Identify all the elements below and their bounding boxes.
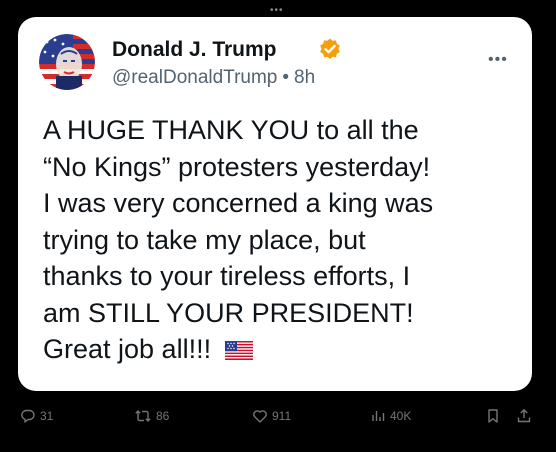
us-flag-icon (225, 333, 254, 360)
reply-count: 31 (40, 409, 54, 423)
views-chart-icon (372, 411, 385, 421)
share-icon (517, 408, 531, 423)
reply-icon (21, 409, 35, 423)
share-button[interactable] (516, 408, 532, 424)
post-text-body: A HUGE THANK YOU to all the “No Kings” p… (43, 115, 434, 364)
bookmark-icon (488, 409, 498, 423)
bottom-strip (0, 436, 556, 452)
verified-badge-icon[interactable] (318, 37, 342, 61)
avatar[interactable] (39, 34, 95, 90)
views-count: 40K (390, 409, 412, 423)
top-bar: ••• (0, 0, 556, 16)
overflow-dots-icon[interactable]: ••• (270, 6, 284, 16)
separator: • (282, 67, 290, 88)
post-text: A HUGE THANK YOU to all the “No Kings” p… (43, 112, 513, 368)
more-options-icon[interactable]: ••• (488, 52, 516, 68)
heart-icon (253, 410, 267, 423)
repost-count: 86 (156, 409, 170, 423)
display-name[interactable]: Donald J. Trump (112, 37, 277, 63)
handle-row: @realDonaldTrump • 8h (112, 66, 315, 90)
timestamp[interactable]: 8h (294, 67, 315, 88)
handle[interactable]: @realDonaldTrump (112, 67, 277, 88)
bookmark-button[interactable] (486, 408, 500, 424)
like-button[interactable]: 911 (252, 408, 291, 424)
like-count: 911 (272, 409, 292, 423)
reply-button[interactable]: 31 (20, 408, 53, 424)
repost-icon (135, 410, 151, 422)
action-bar: 31 86 911 40K (0, 400, 556, 432)
post-card: Donald J. Trump @realDonaldTrump • 8h ••• … (18, 17, 532, 391)
views-button[interactable]: 40K (370, 408, 411, 424)
avatar-image (39, 34, 95, 90)
repost-button[interactable]: 86 (134, 408, 169, 424)
